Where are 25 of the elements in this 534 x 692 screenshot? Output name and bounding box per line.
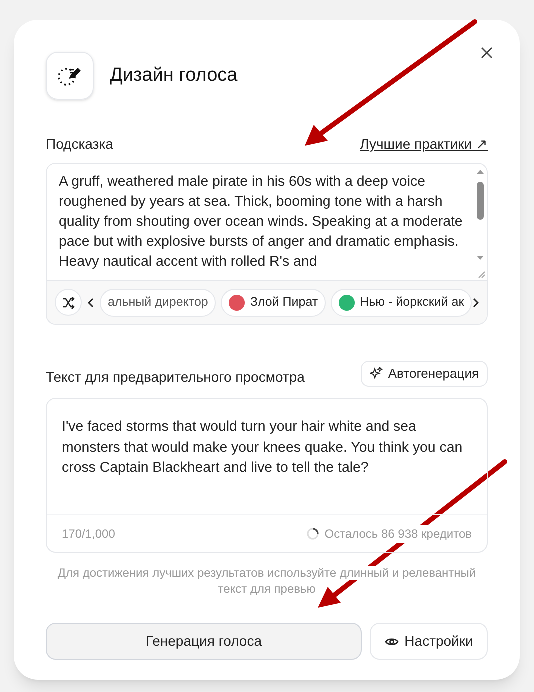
dialog-title: Дизайн голоса xyxy=(110,64,238,88)
prompt-text: A gruff, weathered male pirate in his 60s with a deep voice roughened by years at sea. Thick, booming tone with a harsh quality from shouting over ocean winds. Speaking at a moderate pace but with explosive bursts of anger and dramatic emphasis. Heavy nautical accent with rolled R's and xyxy=(58,173,464,272)
character-count: 170/1,000 xyxy=(62,526,116,542)
credits-remaining: Осталось 86 938 кредитов xyxy=(324,526,472,542)
preview-field[interactable] xyxy=(46,398,488,553)
voice-chip[interactable]: Злой Пират xyxy=(221,288,326,316)
autogenerate-button[interactable]: Автогенерация xyxy=(361,360,488,386)
prompt-field[interactable] xyxy=(46,163,488,325)
shuffle-button[interactable] xyxy=(55,289,82,316)
chevron-right-icon[interactable] xyxy=(473,298,479,308)
dotted-circle-pen-icon xyxy=(57,65,83,87)
voice-chip[interactable]: альный директор xyxy=(100,288,216,316)
best-practices-link[interactable]: Лучшие практики ↗ xyxy=(360,134,488,155)
settings-button[interactable]: Настройки xyxy=(370,623,488,660)
eye-icon xyxy=(384,636,399,646)
spinner-icon xyxy=(306,528,319,540)
sparkle-icon xyxy=(370,367,384,380)
field-label: Подсказка xyxy=(46,135,114,154)
generate-voice-button[interactable]: Генерация голоса xyxy=(46,623,362,660)
voice-chip[interactable]: Нью - йоркский ак xyxy=(331,288,472,316)
field-label: Текст для предварительного просмотра xyxy=(46,368,305,387)
shuffle-icon xyxy=(62,296,76,308)
chevron-left-icon[interactable] xyxy=(88,298,94,308)
close-icon xyxy=(481,47,493,59)
preview-text: I've faced storms that would turn your hair white and sea monsters that would make your knees quake. You think you can cross Captain Blackheart and live to tell the tale? xyxy=(62,418,464,478)
